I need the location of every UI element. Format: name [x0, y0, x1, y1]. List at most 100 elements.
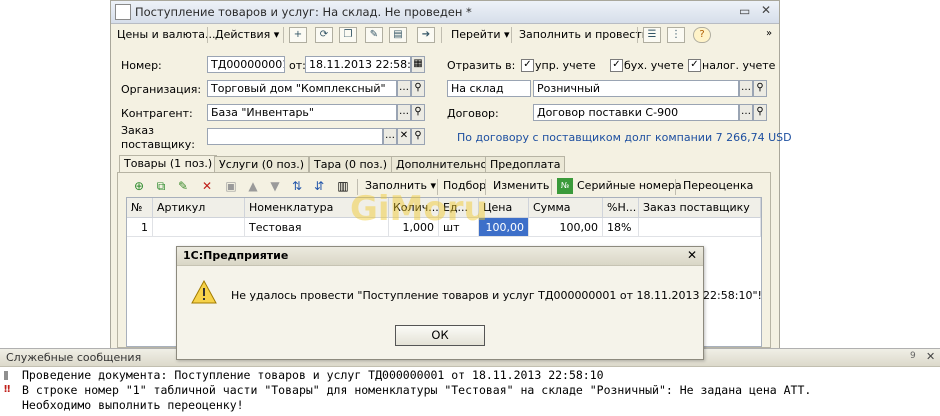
unpost-document-icon[interactable]: ▤: [389, 27, 407, 43]
change-button[interactable]: Изменить: [489, 177, 553, 195]
select-button[interactable]: …: [739, 80, 753, 97]
calendar-icon[interactable]: ▦: [411, 56, 425, 73]
serial-numbers-icon: №: [557, 178, 573, 194]
end-edit-icon[interactable]: ▣: [223, 178, 239, 194]
goto-arrow-icon[interactable]: ➔: [417, 27, 435, 43]
pin-icon[interactable]: 9: [910, 351, 916, 361]
contractor-field[interactable]: База "Инвентарь": [207, 104, 397, 121]
warehouse-type-field[interactable]: На склад: [447, 80, 531, 97]
move-up-icon[interactable]: ▲: [245, 178, 261, 194]
document-toolbar: Цены и валюта... Действия ▾ + ⟳ ❐ ✎ ▤ ➔ …: [111, 24, 779, 46]
ok-button[interactable]: ОК: [395, 325, 485, 346]
serial-numbers-button[interactable]: Серийные номера: [573, 177, 686, 195]
cell-article: [153, 218, 245, 237]
column-header-number[interactable]: №: [127, 198, 153, 218]
tab-containers[interactable]: Тара (0 поз.): [309, 156, 393, 172]
cell-number: 1: [127, 218, 153, 237]
dialog-titlebar: 1С:Предприятие ✕: [177, 247, 703, 266]
cell-vat: 18%: [603, 218, 639, 237]
select-button[interactable]: …: [397, 104, 411, 121]
reprice-button[interactable]: Переоценка: [679, 177, 757, 195]
toolbar-overflow-icon[interactable]: »: [766, 28, 772, 39]
close-icon[interactable]: ✕: [687, 248, 697, 262]
error-dialog: 1С:Предприятие ✕ Не удалось провести "По…: [176, 246, 762, 360]
organization-field[interactable]: Торговый дом "Комплексный": [207, 80, 397, 97]
tab-prepayment[interactable]: Предоплата: [485, 156, 566, 172]
dropdown-arrow-icon: ▾: [273, 28, 280, 41]
tab-additional[interactable]: Дополнительно: [391, 156, 493, 172]
select-button[interactable]: …: [383, 128, 397, 145]
post-document-icon[interactable]: ✎: [365, 27, 383, 43]
info-message-icon: [4, 371, 8, 380]
number-field[interactable]: ТД000000001: [207, 56, 285, 73]
toolbar-separator: [637, 27, 638, 43]
order-label-line2: поставщику:: [121, 138, 195, 151]
window-titlebar: Поступление товаров и услуг: На склад. Н…: [111, 1, 779, 24]
column-header-vat[interactable]: %Н...: [603, 198, 639, 218]
toolbar-separator: [283, 27, 284, 43]
message-line[interactable]: Необходимо выполнить переоценку!: [22, 398, 244, 412]
buh-checkbox[interactable]: ✓: [610, 59, 623, 72]
message-line[interactable]: Проведение документа: Поступление товаро…: [22, 368, 604, 382]
order-field[interactable]: [207, 128, 383, 145]
message-line[interactable]: В строке номер "1" табличной части "Това…: [22, 383, 811, 397]
refresh-icon[interactable]: ⟳: [315, 27, 333, 43]
close-icon[interactable]: ✕: [761, 3, 771, 17]
order-label-line1: Заказ: [121, 124, 155, 137]
prices-currency-button[interactable]: Цены и валюта...: [113, 26, 219, 44]
upr-label: упр. учете: [535, 59, 596, 72]
contract-label: Договор:: [447, 107, 499, 120]
toolbar-separator: [441, 27, 442, 43]
select-button[interactable]: …: [739, 104, 753, 121]
select-button[interactable]: …: [397, 80, 411, 97]
tab-goods[interactable]: Товары (1 поз.): [119, 155, 218, 173]
edit-row-icon[interactable]: ✎: [175, 178, 191, 194]
contractor-label: Контрагент:: [121, 107, 193, 120]
window-title: Поступление товаров и услуг: На склад. Н…: [135, 5, 472, 19]
column-header-supplier-order[interactable]: Заказ поставщику: [639, 198, 761, 218]
actions-label: Действия: [215, 28, 271, 41]
warehouse-field[interactable]: Розничный: [533, 80, 739, 97]
date-label: от:: [289, 59, 306, 72]
dropdown-arrow-icon: ▾: [504, 28, 510, 41]
warning-icon: [191, 280, 217, 304]
contract-field[interactable]: Договор поставки С-900: [533, 104, 739, 121]
cell-sum: 100,00: [529, 218, 603, 237]
toolbar-separator: [207, 27, 208, 43]
nalog-label: налог. учете: [702, 59, 776, 72]
search-icon[interactable]: ⚲: [753, 80, 767, 97]
document-icon: [115, 4, 131, 20]
delete-row-icon[interactable]: ✕: [199, 178, 215, 194]
list-settings-icon[interactable]: ⋮: [667, 27, 685, 43]
fill-and-post-button[interactable]: Заполнить и провести: [515, 26, 653, 44]
clear-icon[interactable]: ✕: [397, 128, 411, 145]
copy-row-icon[interactable]: ⧉: [153, 178, 169, 194]
minimize-icon[interactable]: ▭: [739, 4, 750, 18]
column-header-article[interactable]: Артикул: [153, 198, 245, 218]
organization-label: Организация:: [121, 83, 202, 96]
search-icon[interactable]: ⚲: [753, 104, 767, 121]
upr-checkbox[interactable]: ✓: [521, 59, 534, 72]
tab-services[interactable]: Услуги (0 поз.): [214, 156, 310, 172]
messages-title: Служебные сообщения: [6, 351, 142, 364]
move-down-icon[interactable]: ▼: [267, 178, 283, 194]
structure-icon[interactable]: ☰: [643, 27, 661, 43]
sort-desc-icon[interactable]: ⇵: [311, 178, 327, 194]
search-icon[interactable]: ⚲: [411, 80, 425, 97]
barcode-icon[interactable]: ▥: [335, 178, 351, 194]
close-icon[interactable]: ✕: [926, 350, 935, 363]
actions-menu-button[interactable]: Действия ▾: [211, 26, 283, 44]
goto-label: Перейти: [451, 28, 501, 41]
sort-asc-icon[interactable]: ⇅: [289, 178, 305, 194]
add-icon[interactable]: +: [289, 27, 307, 43]
column-header-sum[interactable]: Сумма: [529, 198, 603, 218]
goto-menu-button[interactable]: Перейти ▾: [447, 26, 514, 44]
date-field[interactable]: 18.11.2013 22:58:10: [305, 56, 411, 73]
help-icon[interactable]: ?: [693, 27, 711, 43]
debt-info-link[interactable]: По договору с поставщиком долг компании …: [457, 131, 792, 144]
add-row-icon[interactable]: ⊕: [131, 178, 147, 194]
copy-icon[interactable]: ❐: [339, 27, 357, 43]
nalog-checkbox[interactable]: ✓: [688, 59, 701, 72]
search-icon[interactable]: ⚲: [411, 128, 425, 145]
search-icon[interactable]: ⚲: [411, 104, 425, 121]
